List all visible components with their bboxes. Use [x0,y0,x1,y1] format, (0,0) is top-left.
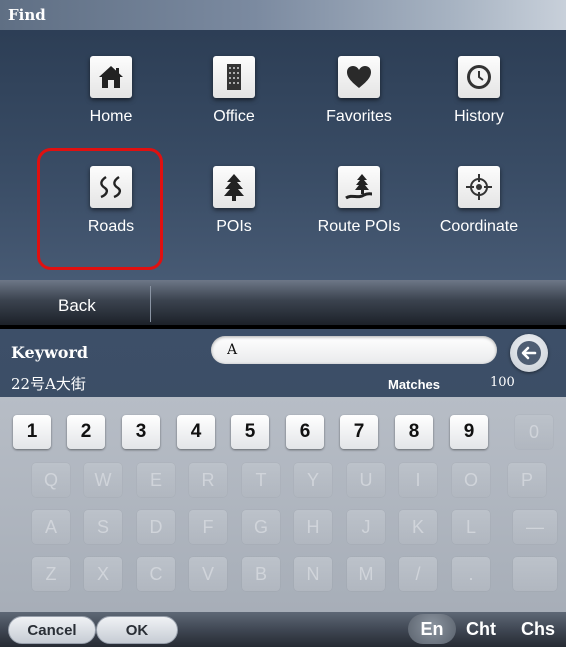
key-r: R [189,463,227,497]
key-4[interactable]: 4 [177,415,215,449]
key-2[interactable]: 2 [67,415,105,449]
toolbar-divider [150,286,151,322]
key-b: B [242,557,280,591]
key-o: O [452,463,490,497]
home-icon [90,56,132,98]
cancel-button[interactable]: Cancel [8,616,96,644]
find-item-coordinate[interactable]: Coordinate [418,166,538,266]
language-en-button[interactable]: En [408,614,456,644]
key-m: M [347,557,385,591]
find-item-label: History [454,108,504,125]
keyword-input[interactable] [211,336,497,364]
keyword-panel: Keyword 22号A大街 Matches 100 1 2 3 4 5 6 7… [0,329,566,647]
key-u: U [347,463,385,497]
backspace-button[interactable] [510,334,548,372]
key-6[interactable]: 6 [286,415,324,449]
matches-count: 100 [490,375,515,390]
key-z: Z [32,557,70,591]
key-f: F [189,510,227,544]
key-s: S [84,510,122,544]
key-l: L [452,510,490,544]
key-j: J [347,510,385,544]
key-x: X [84,557,122,591]
find-item-label: Favorites [326,108,392,125]
key-dash: — [513,510,557,544]
find-item-favorites[interactable]: Favorites [298,56,418,156]
key-y: Y [294,463,332,497]
key-a: A [32,510,70,544]
back-button[interactable]: Back [20,292,130,320]
key-8[interactable]: 8 [395,415,433,449]
ok-button[interactable]: OK [96,616,178,644]
key-5[interactable]: 5 [231,415,269,449]
key-3[interactable]: 3 [122,415,160,449]
key-p: P [508,463,546,497]
key-slash: / [399,557,437,591]
key-9[interactable]: 9 [450,415,488,449]
key-space [513,557,557,591]
find-item-office[interactable]: Office [173,56,293,156]
find-item-pois[interactable]: POIs [173,166,293,266]
key-w: W [84,463,122,497]
key-d: D [137,510,175,544]
key-n: N [294,557,332,591]
matches-label: Matches [388,377,441,392]
find-item-label: Route POIs [317,218,401,235]
key-0: 0 [515,415,553,449]
route-tree-icon [338,166,380,208]
result-item[interactable]: 22号A大街 [11,373,86,394]
find-item-label: Coordinate [439,218,519,235]
language-cht-button[interactable]: Cht [466,619,496,640]
key-v: V [189,557,227,591]
find-item-history[interactable]: History [418,56,538,156]
crosshair-icon [458,166,500,208]
key-i: I [399,463,437,497]
key-1[interactable]: 1 [13,415,51,449]
key-k: K [399,510,437,544]
clock-icon [458,56,500,98]
heart-icon [338,56,380,98]
roads-highlight-box [37,148,163,270]
page-title: Find [8,6,46,24]
office-building-icon [213,56,255,98]
find-item-label: POIs [216,218,252,235]
find-panel: Find Home Office Favorites History Roads [0,0,566,325]
find-item-label: Home [89,108,133,125]
key-t: T [242,463,280,497]
key-7[interactable]: 7 [340,415,378,449]
key-h: H [294,510,332,544]
key-c: C [137,557,175,591]
tree-icon [213,166,255,208]
key-q: Q [32,463,70,497]
key-e: E [137,463,175,497]
back-arrow-icon [517,341,541,365]
key-g: G [242,510,280,544]
key-period: . [452,557,490,591]
language-chs-button[interactable]: Chs [521,619,555,640]
find-item-home[interactable]: Home [50,56,170,156]
find-item-label: Office [213,108,255,125]
title-bar [0,0,566,30]
find-item-route-pois[interactable]: Route POIs [298,166,418,266]
keyword-label: Keyword [11,343,89,362]
